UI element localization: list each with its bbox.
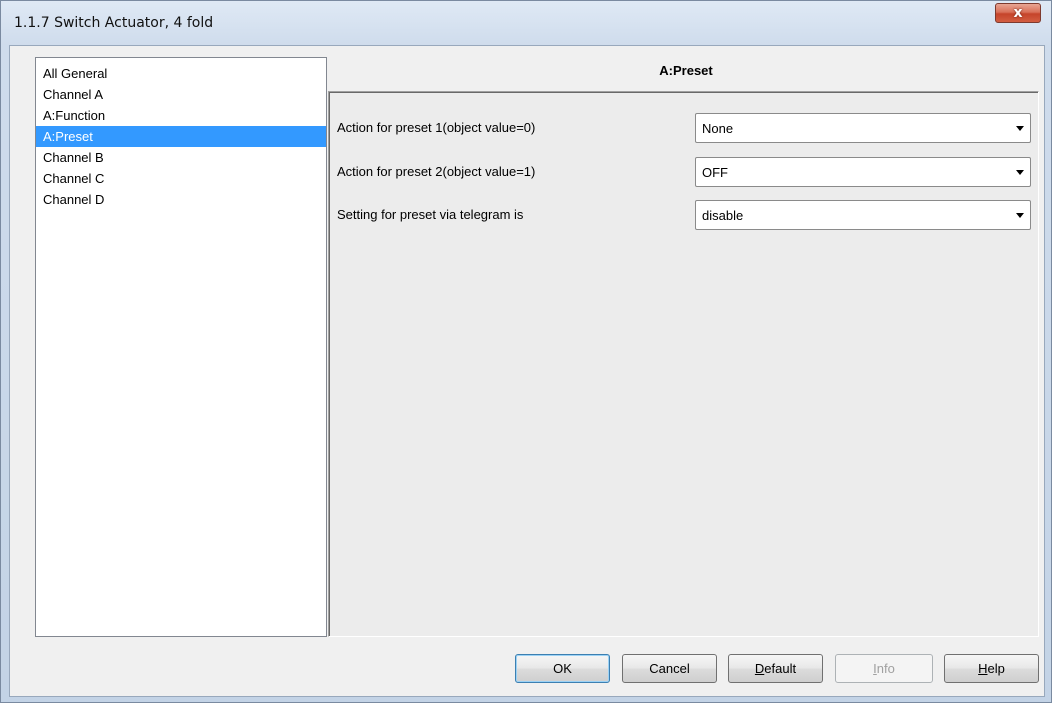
cancel-label: Cancel [649, 661, 690, 676]
parameter-page-list[interactable]: All General Channel A A:Function A:Prese… [35, 57, 327, 637]
info-button: Info [835, 654, 933, 683]
param-label-telegram: Setting for preset via telegram is [337, 207, 524, 222]
nav-item-all-general[interactable]: All General [36, 63, 326, 84]
help-button[interactable]: Help [944, 654, 1039, 683]
nav-item-channel-b[interactable]: Channel B [36, 147, 326, 168]
window-title: 1.1.7 Switch Actuator, 4 fold [14, 15, 214, 31]
ok-button[interactable]: OK [515, 654, 610, 683]
ok-label: OK [553, 661, 572, 676]
param-label-preset-1: Action for preset 1(object value=0) [337, 120, 536, 135]
param-row: Action for preset 2(object value=1) OFF [329, 157, 1038, 187]
param-label-preset-2: Action for preset 2(object value=1) [337, 164, 536, 179]
dialog-client-area: All General Channel A A:Function A:Prese… [9, 45, 1045, 697]
close-button[interactable]: x [995, 3, 1041, 23]
dialog-window: 1.1.7 Switch Actuator, 4 fold x All Gene… [0, 0, 1052, 703]
select-value: disable [702, 208, 744, 223]
default-label: efault [764, 661, 797, 676]
nav-item-a-preset[interactable]: A:Preset [36, 126, 326, 147]
help-label: elp [987, 661, 1005, 676]
param-row: Action for preset 1(object value=0) None [329, 113, 1038, 143]
close-icon: x [1013, 5, 1023, 21]
chevron-down-icon [1016, 213, 1024, 218]
nav-item-channel-d[interactable]: Channel D [36, 189, 326, 210]
page-title: A:Preset [659, 63, 713, 78]
info-label: nfo [876, 661, 895, 676]
chevron-down-icon [1016, 126, 1024, 131]
nav-item-channel-a[interactable]: Channel A [36, 84, 326, 105]
cancel-button[interactable]: Cancel [622, 654, 717, 683]
telegram-preset-setting-select[interactable]: disable [695, 200, 1031, 230]
nav-item-a-function[interactable]: A:Function [36, 105, 326, 126]
chevron-down-icon [1016, 170, 1024, 175]
default-mnemonic: D [754, 661, 765, 676]
preset-2-action-select[interactable]: OFF [695, 157, 1031, 187]
param-row: Setting for preset via telegram is disab… [329, 200, 1038, 230]
title-bar[interactable]: 1.1.7 Switch Actuator, 4 fold x [1, 1, 1051, 45]
parameter-panel: Action for preset 1(object value=0) None… [328, 91, 1039, 637]
default-button[interactable]: Default [728, 654, 823, 683]
preset-1-action-select[interactable]: None [695, 113, 1031, 143]
nav-item-channel-c[interactable]: Channel C [36, 168, 326, 189]
select-value: OFF [702, 165, 728, 180]
select-value: None [702, 121, 734, 136]
help-mnemonic: H [978, 661, 988, 676]
